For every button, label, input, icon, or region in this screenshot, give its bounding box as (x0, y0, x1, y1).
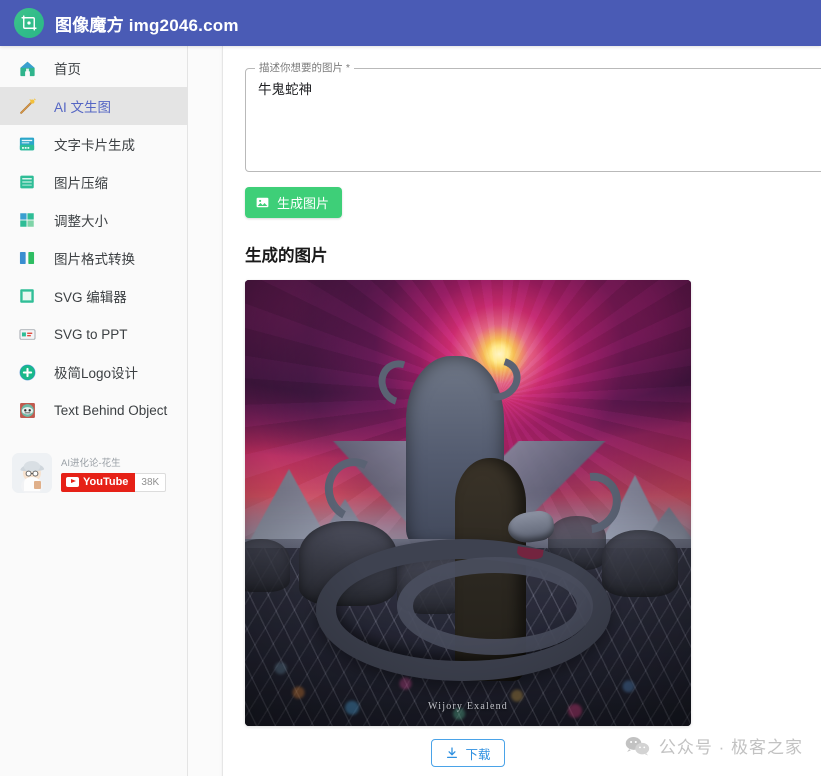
text-card-icon (16, 133, 38, 155)
sidebar-item-ai-text2img[interactable]: AI 文生图 (0, 87, 187, 125)
convert-icon (16, 247, 38, 269)
sidebar-item-label: 图片压缩 (54, 176, 108, 191)
sidebar-item-text-card[interactable]: 文字卡片生成 (0, 125, 187, 163)
youtube-label: YouTube (83, 476, 129, 488)
prompt-field-label: 描述你想要的图片 * (255, 62, 355, 74)
slide-icon (16, 323, 38, 345)
sidebar-item-label: 极简Logo设计 (54, 366, 139, 381)
sidebar-item-logo-design[interactable]: 极简Logo设计 (0, 353, 187, 391)
sidebar-item-label: 图片格式转换 (54, 252, 135, 267)
sidebar: 首页 AI 文生图 文字卡片生成 图片压缩 调整大小 图片格式转换 SVG 编辑… (0, 46, 188, 776)
sidebar-item-label: SVG to PPT (54, 326, 128, 342)
download-icon (445, 746, 459, 760)
prompt-field-wrapper: 描述你想要的图片 * (245, 62, 821, 172)
plus-circle-icon (16, 361, 38, 383)
channel-name: AI进化论-花生 (61, 457, 121, 469)
resize-grid-icon (16, 209, 38, 231)
generate-image-button[interactable]: 生成图片 (245, 187, 343, 218)
promo-meta: AI进化论-花生 YouTube 38K (61, 455, 167, 492)
youtube-play-icon (66, 477, 79, 487)
sidebar-item-svg-editor[interactable]: SVG 编辑器 (0, 277, 187, 315)
watermark-text: 公众号 · 极客之家 (658, 738, 803, 757)
sidebar-item-convert[interactable]: 图片格式转换 (0, 239, 187, 277)
download-button[interactable]: 下载 (431, 739, 505, 767)
youtube-button[interactable]: YouTube (61, 472, 136, 492)
watermark: 公众号 · 极客之家 (624, 733, 803, 758)
result-section-title: 生成的图片 (245, 247, 328, 265)
face-photo-icon (16, 399, 38, 421)
sidebar-item-label: 调整大小 (54, 214, 108, 229)
brand-title: 图像魔方 img2046.com (55, 15, 239, 35)
generate-image-label: 生成图片 (277, 196, 330, 211)
compress-icon (16, 171, 38, 193)
wechat-icon (624, 735, 650, 757)
image-icon (255, 195, 270, 210)
sidebar-item-compress[interactable]: 图片压缩 (0, 163, 187, 201)
prompt-input[interactable] (258, 80, 821, 160)
channel-avatar (12, 453, 52, 493)
sidebar-item-home[interactable]: 首页 (0, 49, 187, 87)
sidebar-item-label: 首页 (54, 62, 81, 77)
tool-panel-card: 描述你想要的图片 * 生成图片 生成的图片 (222, 46, 821, 776)
generated-artwork (245, 280, 691, 726)
sidebar-item-resize[interactable]: 调整大小 (0, 201, 187, 239)
prompt-field-outline[interactable]: 描述你想要的图片 * (245, 62, 821, 172)
sidebar-item-label: SVG 编辑器 (54, 290, 127, 305)
home-icon (16, 57, 38, 79)
youtube-promo[interactable]: AI进化论-花生 YouTube 38K (0, 453, 187, 493)
app-header: 图像魔方 img2046.com (0, 0, 821, 46)
sidebar-item-label: 文字卡片生成 (54, 138, 135, 153)
sidebar-item-svg-to-ppt[interactable]: SVG to PPT (0, 315, 187, 353)
subscriber-count: 38K (135, 472, 167, 492)
crop-frame-icon[interactable] (14, 8, 44, 38)
generated-image[interactable]: Wijory Exalend (245, 280, 691, 726)
download-label: 下载 (465, 747, 491, 762)
sidebar-item-label: Text Behind Object (54, 402, 168, 418)
svg-square-icon (16, 285, 38, 307)
app-root: 图像魔方 img2046.com 首页 AI 文生图 文字卡片生成 图片压缩 调… (0, 0, 821, 776)
sidebar-nav: 首页 AI 文生图 文字卡片生成 图片压缩 调整大小 图片格式转换 SVG 编辑… (0, 46, 187, 429)
main-content: 描述你想要的图片 * 生成图片 生成的图片 (188, 46, 821, 776)
artwork-caption: Wijory Exalend (428, 701, 508, 712)
magic-wand-icon (16, 95, 38, 117)
youtube-subscribe-row[interactable]: YouTube 38K (61, 472, 167, 492)
sidebar-item-text-behind[interactable]: Text Behind Object (0, 391, 187, 429)
sidebar-item-label: AI 文生图 (54, 100, 112, 115)
